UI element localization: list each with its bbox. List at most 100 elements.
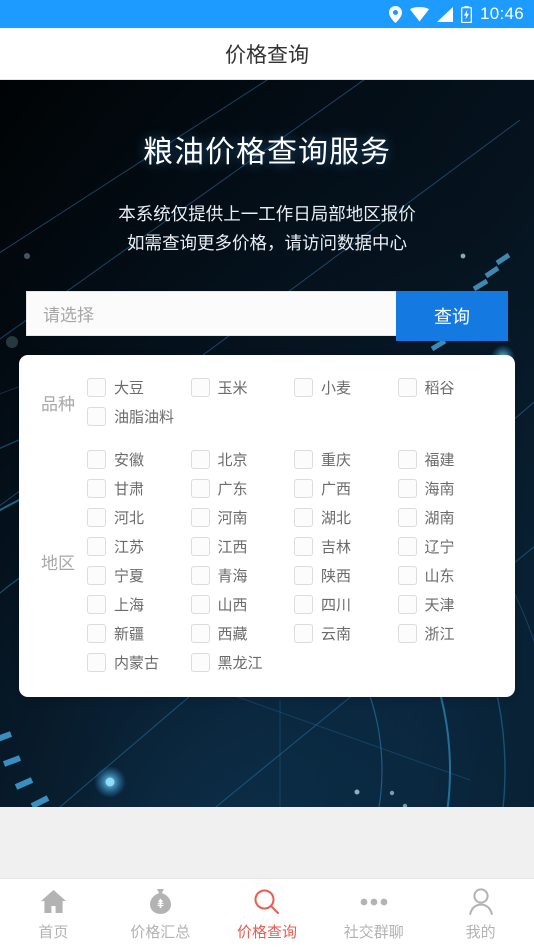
checkbox-icon[interactable]	[190, 479, 210, 498]
checkbox-icon[interactable]	[190, 653, 210, 672]
region-option-22[interactable]: 四川	[294, 590, 398, 619]
variety-option-0[interactable]: 大豆	[87, 373, 191, 402]
region-option-8[interactable]: 河北	[87, 503, 191, 532]
search-input[interactable]: 请选择	[26, 291, 396, 336]
region-option-4[interactable]: 甘肃	[87, 474, 191, 503]
region-option-label: 云南	[321, 626, 352, 643]
checkbox-icon[interactable]	[190, 508, 210, 527]
region-option-20[interactable]: 上海	[87, 590, 191, 619]
region-option-label: 北京	[217, 452, 248, 469]
region-option-0[interactable]: 安徽	[87, 445, 191, 474]
region-option-27[interactable]: 浙江	[397, 619, 502, 648]
hero-subtitle-line1: 本系统仅提供上一工作日局部地区报价	[118, 204, 416, 224]
region-option-24[interactable]: 新疆	[87, 619, 191, 648]
content-spacer	[0, 807, 534, 878]
checkbox-icon[interactable]	[294, 566, 313, 585]
region-option-10[interactable]: 湖北	[294, 503, 398, 532]
nav-item-0[interactable]: 首页	[0, 888, 107, 942]
checkbox-icon[interactable]	[397, 508, 417, 527]
region-option-label: 河北	[114, 510, 145, 527]
checkbox-icon[interactable]	[190, 450, 210, 469]
variety-option-label: 玉米	[217, 380, 248, 397]
variety-option-4[interactable]: 油脂油料	[87, 402, 191, 431]
checkbox-icon[interactable]	[87, 407, 106, 426]
region-option-1[interactable]: 北京	[190, 445, 295, 474]
region-option-5[interactable]: 广东	[190, 474, 295, 503]
region-option-label: 安徽	[114, 452, 145, 469]
region-option-9[interactable]: 河南	[190, 503, 295, 532]
search-row: 请选择 查询	[26, 291, 508, 341]
region-option-29[interactable]: 黑龙江	[190, 648, 295, 677]
checkbox-icon[interactable]	[397, 537, 417, 556]
region-option-6[interactable]: 广西	[294, 474, 398, 503]
nav-item-3[interactable]: 社交群聊	[320, 888, 427, 942]
variety-option-3[interactable]: 稻谷	[397, 373, 502, 402]
region-option-15[interactable]: 辽宁	[397, 532, 502, 561]
variety-option-2[interactable]: 小麦	[294, 373, 398, 402]
checkbox-icon[interactable]	[87, 450, 106, 469]
nav-item-1[interactable]: 价格汇总	[107, 888, 214, 942]
checkbox-icon[interactable]	[294, 595, 313, 614]
checkbox-icon[interactable]	[397, 566, 417, 585]
region-option-28[interactable]: 内蒙古	[87, 648, 191, 677]
region-option-3[interactable]: 福建	[397, 445, 502, 474]
checkbox-icon[interactable]	[190, 537, 210, 556]
checkbox-icon[interactable]	[397, 450, 417, 469]
region-option-label: 山西	[217, 597, 248, 614]
checkbox-icon[interactable]	[87, 624, 106, 643]
checkbox-icon[interactable]	[87, 653, 106, 672]
status-bar: 10:46	[0, 0, 534, 28]
region-option-label: 山东	[424, 568, 455, 585]
hero-subtitle: 本系统仅提供上一工作日局部地区报价 如需查询更多价格，请访问数据中心	[0, 171, 534, 258]
checkbox-icon[interactable]	[190, 595, 210, 614]
region-option-11[interactable]: 湖南	[397, 503, 502, 532]
region-option-25[interactable]: 西藏	[190, 619, 295, 648]
checkbox-icon[interactable]	[397, 378, 417, 397]
page-title: 价格查询	[225, 43, 309, 67]
checkbox-icon[interactable]	[397, 479, 417, 498]
region-option-2[interactable]: 重庆	[294, 445, 398, 474]
checkbox-icon[interactable]	[294, 479, 313, 498]
region-option-16[interactable]: 宁夏	[87, 561, 191, 590]
nav-item-2[interactable]: 价格查询	[214, 888, 321, 942]
checkbox-icon[interactable]	[294, 378, 313, 397]
variety-filter-label: 品种	[41, 394, 75, 414]
checkbox-icon[interactable]	[190, 378, 210, 397]
region-option-17[interactable]: 青海	[190, 561, 295, 590]
checkbox-icon[interactable]	[87, 508, 106, 527]
nav-item-4[interactable]: 我的	[427, 888, 534, 942]
region-option-label: 辽宁	[424, 539, 455, 556]
checkbox-icon[interactable]	[87, 595, 106, 614]
region-option-21[interactable]: 山西	[190, 590, 295, 619]
region-option-label: 吉林	[321, 539, 352, 556]
region-option-7[interactable]: 海南	[397, 474, 502, 503]
search-button[interactable]: 查询	[396, 291, 508, 341]
checkbox-icon[interactable]	[294, 537, 313, 556]
variety-option-label: 稻谷	[424, 380, 455, 397]
checkbox-icon[interactable]	[87, 479, 106, 498]
region-option-13[interactable]: 江西	[190, 532, 295, 561]
checkbox-icon[interactable]	[294, 624, 313, 643]
region-option-label: 宁夏	[114, 568, 145, 585]
region-filter-group: 地区 安徽 北京 重庆 福建 甘肃 广东 广西 海南 河北 河南 湖北 湖南 江苏 江西 吉林 辽宁 宁夏 青海 陕…	[19, 445, 515, 677]
checkbox-icon[interactable]	[87, 378, 106, 397]
battery-charging-icon	[460, 5, 472, 23]
region-option-23[interactable]: 天津	[397, 590, 502, 619]
region-option-18[interactable]: 陕西	[294, 561, 398, 590]
checkbox-icon[interactable]	[87, 537, 106, 556]
region-option-26[interactable]: 云南	[294, 619, 398, 648]
region-option-14[interactable]: 吉林	[294, 532, 398, 561]
checkbox-icon[interactable]	[397, 624, 417, 643]
checkbox-icon[interactable]	[190, 566, 210, 585]
region-option-19[interactable]: 山东	[397, 561, 502, 590]
checkbox-icon[interactable]	[190, 624, 210, 643]
variety-option-1[interactable]: 玉米	[190, 373, 295, 402]
checkbox-icon[interactable]	[294, 508, 313, 527]
person-icon	[468, 888, 494, 916]
checkbox-icon[interactable]	[294, 450, 313, 469]
region-option-12[interactable]: 江苏	[87, 532, 191, 561]
checkbox-icon[interactable]	[87, 566, 106, 585]
checkbox-icon[interactable]	[397, 595, 417, 614]
region-option-label: 陕西	[321, 568, 352, 585]
region-option-label: 海南	[424, 481, 455, 498]
